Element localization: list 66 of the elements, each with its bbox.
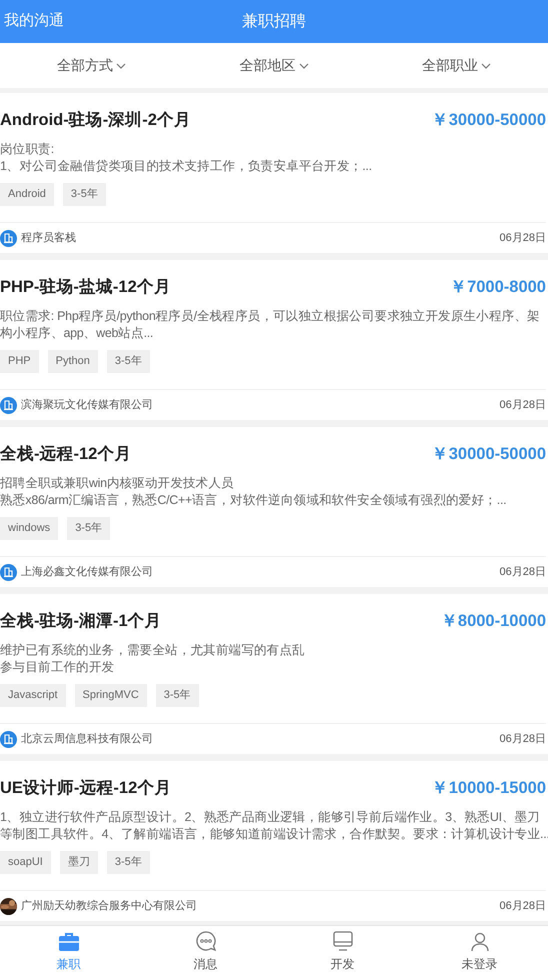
post-date: 06月28日 (500, 230, 546, 246)
job-card[interactable]: 全栈-远程-12个月 ￥30000-50000 招聘全职或兼职win内核驱动开发技术人员 熟悉x86/arm汇编语言，熟悉C/C++语言，对软件逆向领域和软件安全领域有强烈的爱好；... windows 3-5年 上海必鑫文化传媒有限公司 06月28日 (0, 427, 548, 587)
company-name: 滨海聚玩文化传媒有限公司 (21, 398, 153, 413)
description-line: 构小程序、app、web站点... (0, 325, 154, 342)
job-title: Android-驻场-深圳-2个月 (0, 110, 191, 131)
description-line: 参与目前工作的开发 (0, 659, 114, 676)
page-title: 兼职招聘 (242, 12, 306, 32)
job-card[interactable]: 全栈-驻场-湘潭-1个月 ￥8000-10000 维护已有系统的业务，需要全站，尤其前端写的有点乱 参与目前工作的开发 Javascript SpringMVC 3-5年 北京云周信息科技有限公司 06月28日 (0, 594, 548, 754)
description-line: 招聘全职或兼职win内核驱动开发技术人员 (0, 475, 234, 492)
chat-bubble-icon (194, 930, 216, 952)
building-icon (0, 564, 17, 580)
post-date: 06月28日 (500, 564, 546, 580)
skill-tag: 3-5年 (62, 183, 106, 206)
post-date: 06月28日 (500, 398, 546, 413)
job-card[interactable]: Android-驻场-深圳-2个月 ￥30000-50000 岗位职责: 1、对公司金融借贷类项目的技术支持工作，负责安卓平台开发；... Android 3-5年 程序员客栈 06月28日 (0, 93, 548, 253)
description-line: 职位需求: Php程序员/python程序员/全栈程序员，可以独立根据公司要求独立开发原生小程序、架 (0, 308, 540, 325)
building-icon (0, 396, 17, 414)
description-line: 维护已有系统的业务，需要全站，尤其前端写的有点乱 (0, 642, 305, 659)
monitor-icon (332, 931, 354, 952)
skill-tag: 3-5年 (106, 851, 150, 874)
description-line: 1、独立进行软件产品原型设计。2、熟悉产品商业逻辑，能够引导前后端作业。3、熟悉UI、墨刀 (0, 809, 540, 826)
chevron-down-icon (298, 62, 308, 68)
briefcase-icon (58, 932, 80, 952)
description-line: 岗位职责: (0, 141, 54, 158)
filter-dropdown[interactable]: 全部方式 (0, 55, 183, 76)
skill-tag: Python (48, 350, 98, 373)
post-date: 06月28日 (500, 732, 546, 747)
job-title: UE设计师-远程-12个月 (0, 778, 172, 799)
tab-bar-item[interactable]: 消息 (137, 926, 274, 974)
job-card[interactable]: UE设计师-远程-12个月 ￥10000-15000 1、独立进行软件产品原型设计。2、熟悉产品商业逻辑，能够引导前后端作业。3、熟悉UI、墨刀 等制图工具软件。4、了解前端语言，能够知道前端设计需求，合作默契。要求：计算机设计专业... soapUI 墨刀 3-5年 广州励天幼教综合服务中心有限公司 06月28日 (0, 761, 548, 921)
skill-tag: 墨刀 (60, 851, 98, 874)
person-icon (468, 931, 490, 952)
job-title: 全栈-远程-12个月 (0, 444, 132, 465)
skill-tag: windows (0, 517, 58, 540)
salary-range: ￥7000-8000 (450, 276, 546, 298)
filter-dropdown[interactable]: 全部职业 (365, 55, 548, 76)
description-line: 1、对公司金融借贷类项目的技术支持工作，负责安卓平台开发；... (0, 158, 372, 175)
description-line: 熟悉x86/arm汇编语言，熟悉C/C++语言，对软件逆向领域和软件安全领域有强烈的爱好；... (0, 492, 506, 509)
skill-tag: SpringMVC (74, 684, 147, 707)
skill-tag: PHP (0, 350, 39, 373)
job-title: PHP-驻场-盐城-12个月 (0, 276, 171, 298)
salary-range: ￥30000-50000 (432, 110, 546, 131)
building-icon (0, 730, 17, 748)
description-line: 等制图工具软件。4、了解前端语言，能够知道前端设计需求，合作默契。要求：计算机设计专业... (0, 826, 548, 843)
salary-range: ￥8000-10000 (440, 610, 546, 632)
skill-tag: 3-5年 (106, 350, 150, 373)
chevron-down-icon (481, 62, 492, 68)
company-name: 广州励天幼教综合服务中心有限公司 (21, 898, 197, 914)
company-name: 北京云周信息科技有限公司 (21, 732, 153, 747)
skill-tag: Javascript (0, 684, 66, 707)
company-name: 程序员客栈 (21, 230, 76, 246)
chevron-down-icon (116, 62, 126, 68)
tab-bar-item[interactable]: 未登录 (411, 926, 548, 974)
skill-tag: soapUI (0, 851, 51, 874)
job-card[interactable]: PHP-驻场-盐城-12个月 ￥7000-8000 职位需求: Php程序员/python程序员/全栈程序员，可以独立根据公司要求独立开发原生小程序、架 构小程序、app、web站点... PHP Python 3-5年 滨海聚玩文化传媒有限公司 06月28日 (0, 260, 548, 420)
skill-tag: 3-5年 (67, 517, 110, 540)
salary-range: ￥10000-15000 (432, 778, 546, 799)
salary-range: ￥30000-50000 (432, 444, 546, 465)
skill-tag: 3-5年 (156, 684, 199, 707)
tab-bar-item[interactable]: 开发 (274, 926, 411, 974)
company-name: 上海必鑫文化传媒有限公司 (21, 564, 153, 580)
skill-tag: Android (0, 183, 54, 206)
post-date: 06月28日 (500, 898, 546, 914)
job-title: 全栈-驻场-湘潭-1个月 (0, 610, 162, 632)
building-icon (0, 230, 17, 246)
filter-dropdown[interactable]: 全部地区 (182, 55, 366, 76)
